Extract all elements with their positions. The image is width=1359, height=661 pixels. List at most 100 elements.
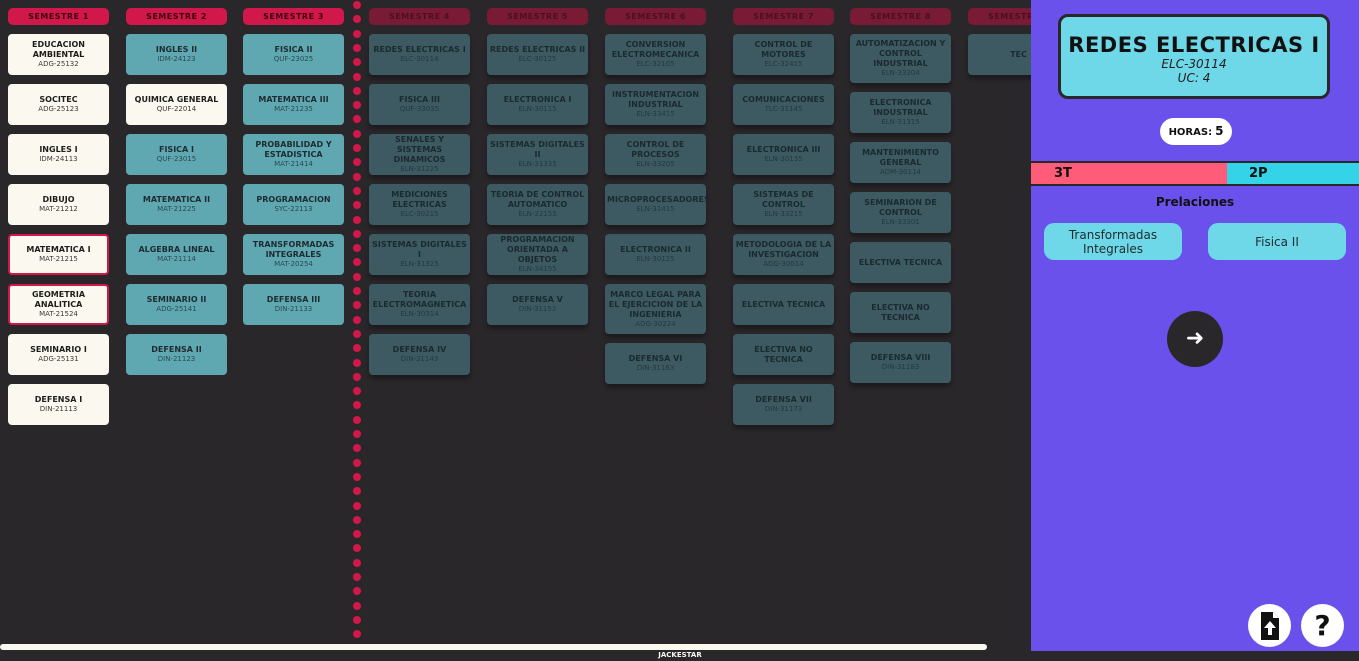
course-card[interactable]: ELECTRONICA INDUSTRIAL ELN-31315 xyxy=(850,92,951,133)
course-code: ELN-33301 xyxy=(881,218,920,226)
course-card[interactable]: MEDICIONES ELECTRICAS ELC-30215 xyxy=(369,184,470,225)
course-card[interactable]: ELECTIVA NO TECNICA xyxy=(850,292,951,333)
course-name: ELECTRONICA INDUSTRIAL xyxy=(869,98,932,117)
course-card[interactable]: PROGRAMACION SYC-22113 xyxy=(243,184,344,225)
divider-dot xyxy=(353,601,361,610)
course-card[interactable]: REDES ELECTRICAS I ELC-30114 xyxy=(369,34,470,75)
semester-header: SEMESTRE 5 xyxy=(487,8,588,25)
divider-dot xyxy=(353,301,361,310)
course-name: DEFENSA VIII xyxy=(870,353,931,362)
course-card[interactable]: DEFENSA VIII DIN-31183 xyxy=(850,342,951,383)
course-card[interactable]: AUTOMATIZACION Y CONTROL INDUSTRIAL ELN-3… xyxy=(850,34,951,83)
course-card[interactable]: PROGRAMACION ORIENTADA A OBJETOS ELN-3415… xyxy=(487,234,588,275)
course-card[interactable]: SEMINARIO II ADG-25141 xyxy=(126,284,227,325)
course-card[interactable]: SISTEMAS DE CONTROL ELN-33215 xyxy=(733,184,834,225)
divider-dot xyxy=(353,430,361,438)
divider-dot xyxy=(353,358,361,367)
course-name: SEMINARION DE CONTROL xyxy=(864,198,937,217)
course-card[interactable]: GEOMETRIA ANALITICA MAT-21524 xyxy=(8,284,109,325)
bottom-strip xyxy=(1031,651,1359,661)
course-card[interactable]: DEFENSA II DIN-21123 xyxy=(126,334,227,375)
course-card[interactable]: DEFENSA V DIN-31153 xyxy=(487,284,588,325)
divider-dot xyxy=(353,315,361,324)
course-card[interactable]: ELECTIVA TECNICA xyxy=(733,284,834,325)
course-card[interactable]: METODOLOGIA DE LA INVESTIGACION ADG-30014 xyxy=(733,234,834,275)
course-code: QUF-33035 xyxy=(399,105,440,113)
divider-dot xyxy=(353,573,361,581)
next-button[interactable]: ➜ xyxy=(1167,311,1223,367)
course-code: IDM-24123 xyxy=(157,55,196,63)
course-card[interactable]: PROBABILIDAD Y ESTADISTICA MAT-21414 xyxy=(243,134,344,175)
course-card[interactable]: TRANSFORMADAS INTEGRALES MAT-20254 xyxy=(243,234,344,275)
course-card[interactable]: MATEMATICA III MAT-21235 xyxy=(243,84,344,125)
course-card[interactable]: MATEMATICA II MAT-21225 xyxy=(126,184,227,225)
help-button[interactable]: ? xyxy=(1301,604,1344,647)
course-name: DEFENSA IV xyxy=(392,345,447,354)
course-card[interactable]: SOCITEC ADG-25123 xyxy=(8,84,109,125)
course-card[interactable]: MICROPROCESADORES ELN-31415 xyxy=(605,184,710,225)
semester-header: SEMESTRE 7 xyxy=(733,8,834,25)
divider-dot xyxy=(353,129,361,138)
course-card[interactable]: ELECTRONICA III ELN-30135 xyxy=(733,134,834,175)
horizontal-scrollbar[interactable] xyxy=(0,644,987,650)
course-name: ELECTIVA NO TECNICA xyxy=(754,344,813,364)
course-card[interactable]: MARCO LEGAL PARA EL EJERCICION DE LA ING… xyxy=(605,284,706,334)
course-card[interactable]: ELECTRONICA I ELN-30115 xyxy=(487,84,588,125)
course-card[interactable]: TEORIA DE CONTROL AUTOMATICO ELN-32155 xyxy=(487,184,588,225)
course-card[interactable]: DEFENSA III DIN-21133 xyxy=(243,284,344,325)
course-code: ELN-30125 xyxy=(636,255,675,263)
course-card[interactable]: FISICA II QUF-23025 xyxy=(243,34,344,75)
course-card[interactable]: SISTEMAS DIGITALES I ELN-31325 xyxy=(369,234,470,275)
course-card[interactable]: INSTRUMENTACION INDUSTRIAL ELN-33415 xyxy=(605,84,706,125)
course-card[interactable]: EDUCACION AMBIENTAL ADG-25132 xyxy=(8,34,109,75)
course-code: QUF-22014 xyxy=(156,105,197,113)
divider-dot xyxy=(353,244,361,253)
course-name: SISTEMAS DIGITALES II xyxy=(490,140,585,159)
course-card[interactable]: SEMINARIO I ADG-25131 xyxy=(8,334,109,375)
course-card[interactable]: SEMINARION DE CONTROL ELN-33301 xyxy=(850,192,951,233)
semester-header: SEMESTRE 6 xyxy=(605,8,706,25)
course-name: MICROPROCESADORES xyxy=(607,195,710,204)
course-code: SYC-22113 xyxy=(274,205,313,213)
course-card[interactable]: TEC xyxy=(968,34,1031,75)
course-card[interactable]: ELECTRONICA II ELN-30125 xyxy=(605,234,706,275)
course-code: ADG-25131 xyxy=(38,355,79,363)
course-name: AUTOMATIZACION Y CONTROL INDUSTRIAL xyxy=(855,39,946,68)
course-card[interactable]: INGLES II IDM-24123 xyxy=(126,34,227,75)
course-card[interactable]: DEFENSA VII DIN-31173 xyxy=(733,384,834,425)
course-card[interactable]: ELECTIVA TECNICA xyxy=(850,242,951,283)
course-card[interactable]: DEFENSA I DIN-21113 xyxy=(8,384,109,425)
semester-header: SEMESTRE 2 xyxy=(126,8,227,25)
upload-button[interactable] xyxy=(1248,604,1291,647)
divider-dot xyxy=(353,272,361,281)
course-name: ELECTIVA TECNICA xyxy=(741,299,826,309)
course-card[interactable]: DEFENSA IV DIN-31143 xyxy=(369,334,470,375)
hours-badge: HORAS: 5 xyxy=(1160,118,1232,145)
course-card[interactable]: TEORIA ELECTROMAGNETICA ELN-30314 xyxy=(369,284,470,325)
course-card[interactable]: ALGEBRA LINEAL MAT-21114 xyxy=(126,234,227,275)
course-card[interactable]: CONTROL DE MOTORES ELC-32415 xyxy=(733,34,834,75)
course-card[interactable]: COMUNICACIONES TLC-31145 xyxy=(733,84,834,125)
prereq-chip[interactable]: Fisica II xyxy=(1208,223,1346,260)
course-name: FISICA I xyxy=(158,145,194,154)
course-card[interactable]: INGLES I IDM-24113 xyxy=(8,134,109,175)
course-card[interactable]: MANTENIMIENTO GENERAL ADM-30114 xyxy=(850,142,951,183)
divider-dot xyxy=(353,101,361,110)
course-name: FISICA II xyxy=(274,45,313,54)
course-name: ELECTIVA TECNICA xyxy=(858,257,943,267)
course-card[interactable]: SENALES Y SISTEMAS DINAMICOS ELN-31225 xyxy=(369,134,470,175)
divider-dot xyxy=(353,530,361,539)
course-card[interactable]: FISICA III QUF-33035 xyxy=(369,84,470,125)
course-card[interactable]: REDES ELECTRICAS II ELC-30125 xyxy=(487,34,588,75)
course-card[interactable]: MATEMATICA I MAT-21215 xyxy=(8,234,109,275)
course-card[interactable]: SISTEMAS DIGITALES II ELN-31335 xyxy=(487,134,588,175)
course-card[interactable]: ELECTIVA NO TECNICA xyxy=(733,334,834,375)
course-card[interactable]: CONTROL DE PROCESOS ELN-33205 xyxy=(605,134,706,175)
divider-dot xyxy=(353,115,361,124)
course-card[interactable]: CONVERSION ELECTROMECANICA ELC-32105 xyxy=(605,34,706,75)
course-card[interactable]: QUIMICA GENERAL QUF-22014 xyxy=(126,84,227,125)
course-card[interactable]: DEFENSA VI DIN-31163 xyxy=(605,343,706,384)
course-card[interactable]: DIBUJO MAT-21212 xyxy=(8,184,109,225)
course-card[interactable]: FISICA I QUF-23015 xyxy=(126,134,227,175)
prereq-chip[interactable]: Transformadas Integrales xyxy=(1044,223,1182,260)
